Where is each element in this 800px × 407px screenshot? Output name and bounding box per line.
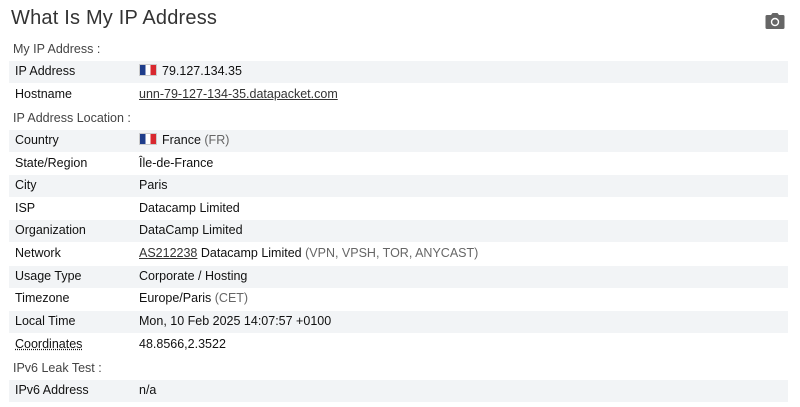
ipv6-address-value: n/a [139,383,157,397]
page-title: What Is My IP Address [11,7,218,29]
section-my-ip: My IP Address : [13,42,101,56]
local-time-value: Mon, 10 Feb 2025 14:07:57 +0100 [139,314,332,328]
organization-row: Organization DataCamp Limited [9,220,788,242]
city-value: Paris [139,178,168,192]
timezone-name: Europe/Paris [139,291,212,305]
network-row: Network AS212238 Datacamp Limited (VPN, … [9,243,788,265]
section-ipv6: IPv6 Leak Test : [13,361,102,375]
coordinates-value: 48.8566,2.3522 [139,337,226,351]
country-value: France (FR) [139,133,229,147]
section-location: IP Address Location : [13,111,131,125]
coordinates-label[interactable]: Coordinates [15,337,82,351]
usage-type-value: Corporate / Hosting [139,269,248,283]
usage-type-row: Usage Type Corporate / Hosting [9,266,788,288]
organization-value: DataCamp Limited [139,223,243,237]
isp-row: ISP Datacamp Limited [9,198,788,220]
asn-link[interactable]: AS212238 [139,246,197,260]
hostname-label: Hostname [15,87,72,101]
country-name: France [162,133,201,147]
ip-address-value: 79.127.134.35 [139,64,242,78]
timezone-label: Timezone [15,291,70,305]
timezone-abbr: (CET) [214,291,249,305]
region-value: Île-de-France [139,156,214,170]
organization-label: Organization [15,223,86,237]
ip-address-label: IP Address [15,64,76,78]
city-row: City Paris [9,175,788,197]
country-label: Country [15,133,59,147]
camera-icon[interactable] [765,12,785,30]
ipv6-address-label: IPv6 Address [15,383,89,397]
hostname-link[interactable]: unn-79-127-134-35.datapacket.com [139,87,338,101]
region-label: State/Region [15,156,88,170]
coordinates-row: Coordinates 48.8566,2.3522 [9,334,788,356]
ip-address-row: IP Address 79.127.134.35 [9,61,788,83]
france-flag-icon [139,64,157,76]
ip-address-text: 79.127.134.35 [162,64,242,78]
ipv6-address-row: IPv6 Address n/a [9,380,788,402]
hostname-row: Hostname unn-79-127-134-35.datapacket.co… [9,84,788,106]
network-label: Network [15,246,61,260]
timezone-value: Europe/Paris (CET) [139,291,248,305]
network-tags: (VPN, VPSH, TOR, ANYCAST) [305,246,479,260]
isp-value: Datacamp Limited [139,201,240,215]
region-row: State/Region Île-de-France [9,153,788,175]
country-row: Country France (FR) [9,130,788,152]
city-label: City [15,178,37,192]
local-time-label: Local Time [15,314,76,328]
country-code: (FR) [204,133,230,147]
usage-type-label: Usage Type [15,269,82,283]
isp-label: ISP [15,201,36,215]
france-flag-icon [139,133,157,145]
network-name: Datacamp Limited [200,246,302,260]
local-time-row: Local Time Mon, 10 Feb 2025 14:07:57 +01… [9,311,788,333]
network-value: AS212238 Datacamp Limited (VPN, VPSH, TO… [139,246,478,260]
timezone-row: Timezone Europe/Paris (CET) [9,288,788,310]
